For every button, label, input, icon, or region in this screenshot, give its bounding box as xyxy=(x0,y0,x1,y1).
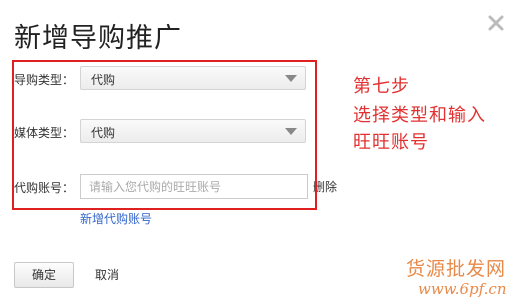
annotation-step: 第七步 xyxy=(353,76,410,97)
media-type-label: 媒体类型： xyxy=(14,126,75,140)
guide-type-select[interactable]: 代购 xyxy=(80,66,306,90)
annotation-account: 旺旺账号 xyxy=(353,132,429,153)
cancel-button[interactable]: 取消 xyxy=(95,266,119,283)
watermark-url: www.6pf.cn xyxy=(418,280,507,298)
delete-account-link[interactable]: 删除 xyxy=(313,178,337,195)
media-type-value: 代购 xyxy=(91,126,116,140)
add-account-link[interactable]: 新增代购账号 xyxy=(80,210,152,227)
watermark-site-name: 货源批发网 xyxy=(406,258,507,280)
account-input[interactable] xyxy=(80,174,308,199)
annotation-instruction: 选择类型和输入 xyxy=(353,105,486,126)
guide-type-value: 代购 xyxy=(91,73,116,87)
chevron-down-icon xyxy=(285,75,297,82)
confirm-button[interactable]: 确定 xyxy=(14,262,74,288)
close-icon[interactable] xyxy=(487,14,505,32)
media-type-select[interactable]: 代购 xyxy=(80,119,306,143)
account-label: 代购账号： xyxy=(14,181,75,195)
chevron-down-icon xyxy=(285,128,297,135)
guide-type-label: 导购类型： xyxy=(14,73,75,87)
dialog-title: 新增导购推广 xyxy=(14,23,182,54)
